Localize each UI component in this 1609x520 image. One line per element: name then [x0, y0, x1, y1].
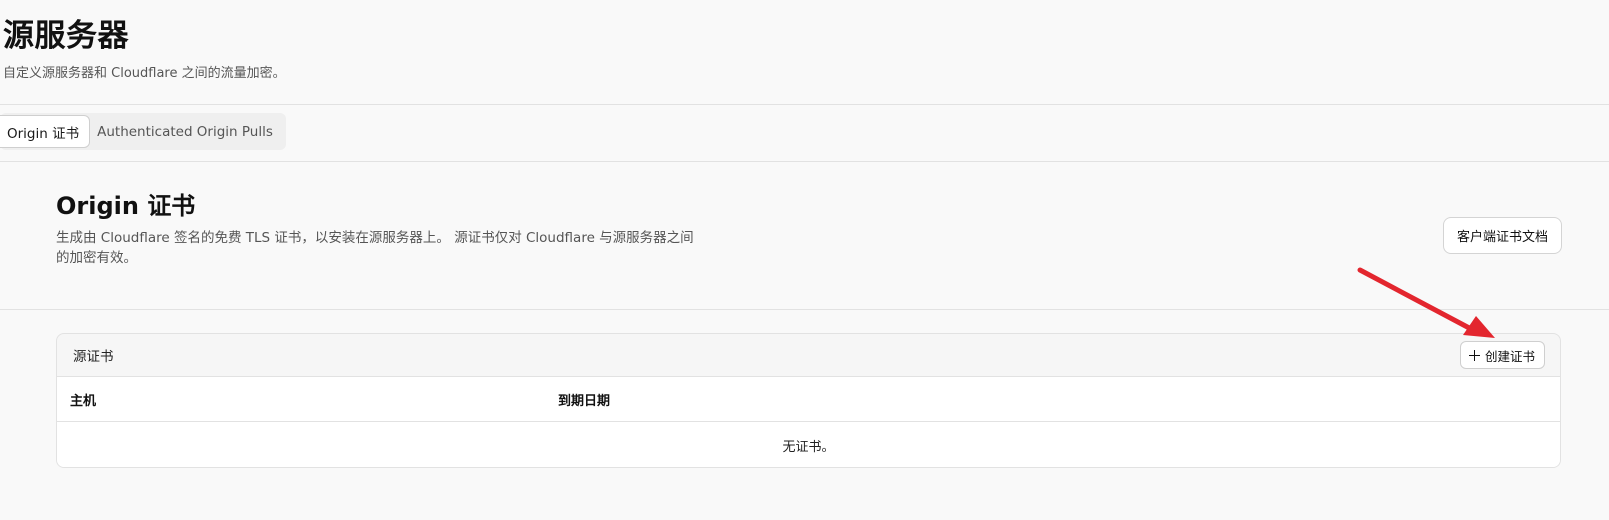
certificates-table: 主机 到期日期 无证书。 — [57, 376, 1560, 467]
create-certificate-label: 创建证书 — [1484, 349, 1535, 364]
column-header-host: 主机 — [70, 393, 97, 409]
page-title: 源服务器 — [3, 18, 129, 54]
tab-origin-certificates[interactable]: Origin 证书 — [0, 115, 91, 148]
create-certificate-button[interactable]: 创建证书 — [1459, 341, 1545, 369]
table-empty-state: 无证书。 — [782, 439, 835, 455]
origin-certificates-card: 源证书 创建证书 主机 到期日期 无证书。 — [56, 333, 1561, 468]
plus-icon — [1468, 349, 1480, 361]
annotation-arrow-line — [1357, 267, 1476, 333]
tab-authenticated-origin-pulls[interactable]: Authenticated Origin Pulls — [90, 115, 283, 148]
section-header: Origin 证书 生成由 Cloudflare 签名的免费 TLS 证书，以安… — [56, 190, 756, 268]
card-title: 源证书 — [73, 349, 114, 365]
page: 源服务器 自定义源服务器和 Cloudflare 之间的流量加密。 Origin… — [0, 0, 1609, 520]
header-divider — [0, 104, 1609, 105]
tabs-divider — [0, 161, 1609, 162]
page-subtitle: 自定义源服务器和 Cloudflare 之间的流量加密。 — [3, 66, 286, 81]
section-description: 生成由 Cloudflare 签名的免费 TLS 证书，以安装在源服务器上。 源… — [56, 230, 694, 266]
section-divider — [0, 309, 1609, 310]
section-title: Origin 证书 — [56, 192, 196, 220]
column-header-expiry-date: 到期日期 — [558, 393, 611, 409]
table-header-row: 主机 到期日期 — [57, 377, 1560, 422]
page-header: 源服务器 自定义源服务器和 Cloudflare 之间的流量加密。 — [0, 0, 1609, 102]
tab-bar: Origin 证书 Authenticated Origin Pulls — [0, 113, 286, 150]
client-certificate-docs-button[interactable]: 客户端证书文档 — [1442, 217, 1562, 254]
card-header: 源证书 创建证书 — [57, 334, 1560, 376]
